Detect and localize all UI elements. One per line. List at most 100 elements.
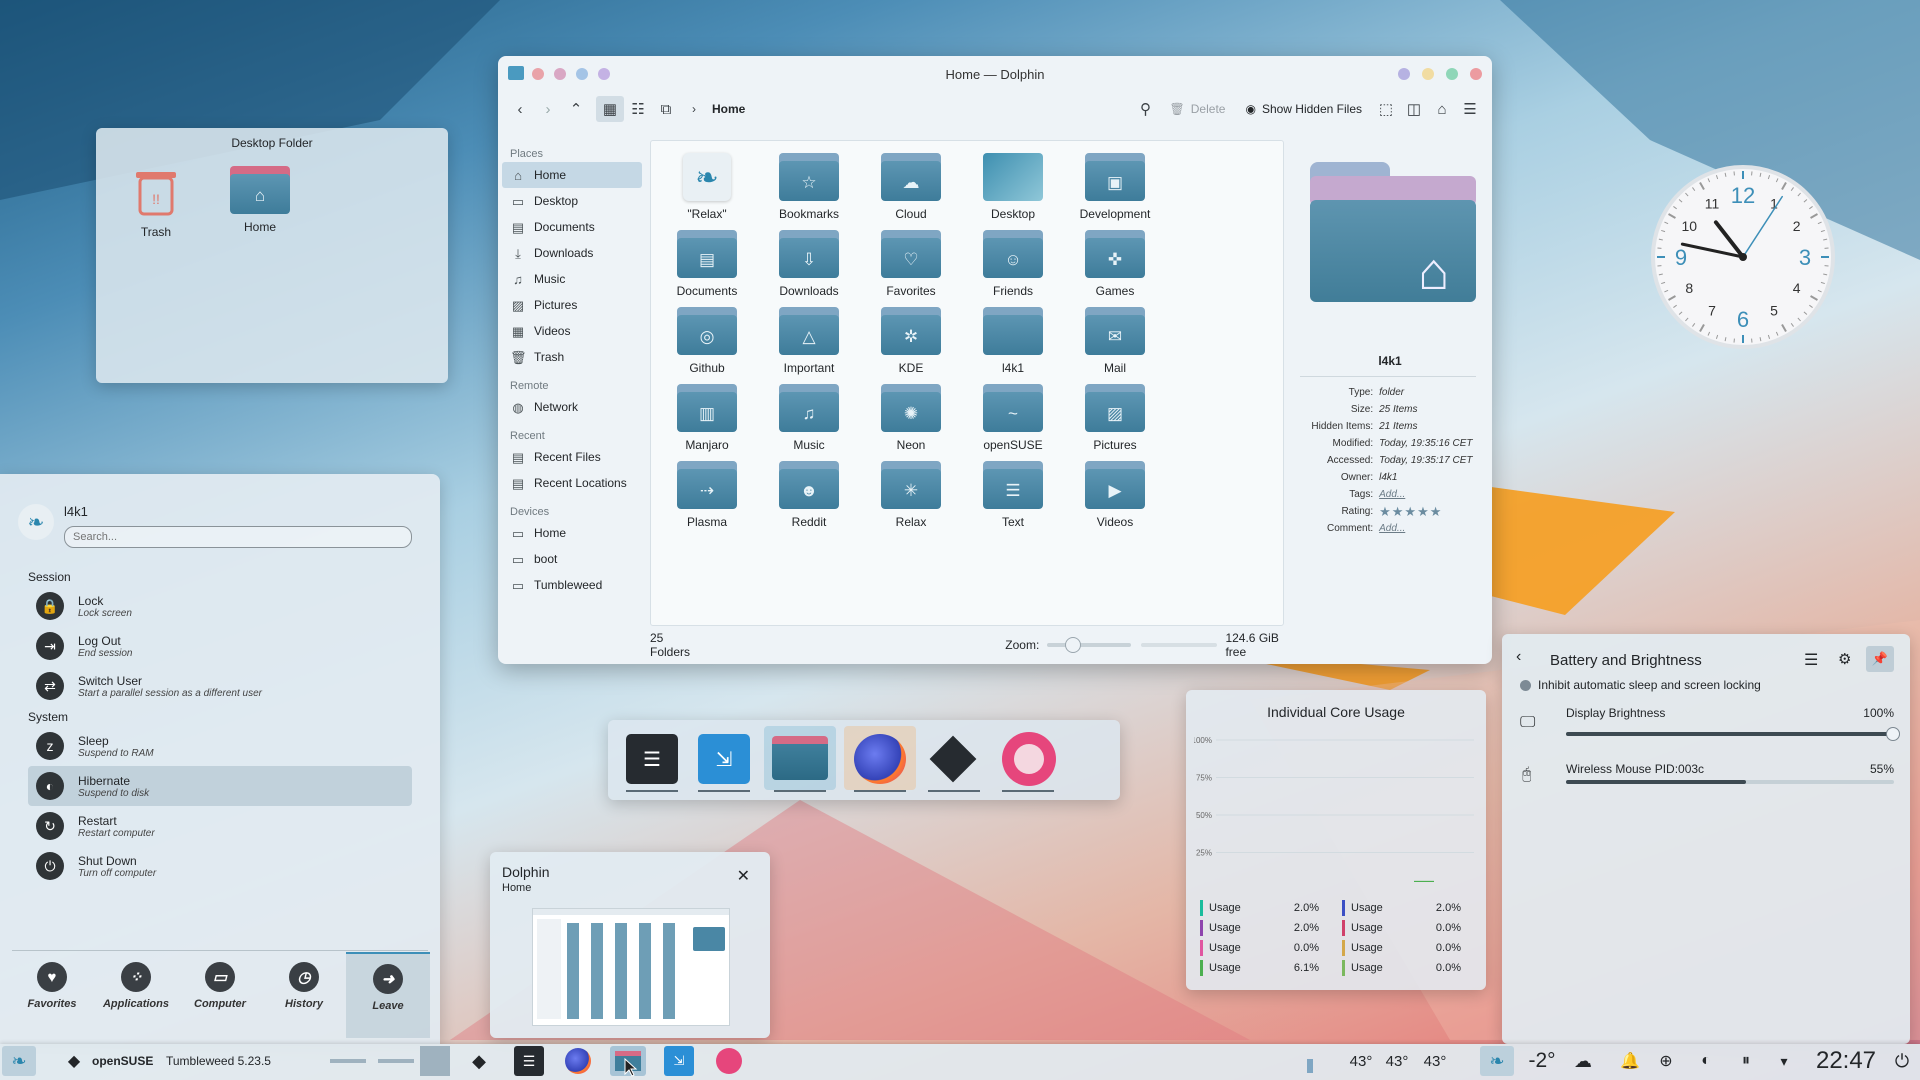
tab-applications[interactable]: ⁘ Applications (94, 952, 178, 1010)
property-value[interactable]: Add... (1379, 523, 1486, 534)
file-item[interactable]: ✉ Mail (1065, 307, 1165, 375)
compact-view-icon[interactable]: ☷ (624, 96, 652, 122)
place-music[interactable]: ♫ Music (502, 266, 642, 292)
sleep-item[interactable]: z Sleep Suspend to RAM (28, 726, 412, 766)
cloud-icon[interactable]: ☁ (1568, 1046, 1598, 1076)
discover-icon[interactable]: ⇲ (698, 734, 750, 784)
desktop-trash-item[interactable]: !! Trash (126, 166, 186, 239)
file-item[interactable]: ☰ Text (963, 461, 1063, 529)
dolphin-dock-icon[interactable] (772, 736, 828, 780)
file-item[interactable]: ~ openSUSE (963, 384, 1063, 452)
up-icon[interactable]: ⌃ (562, 96, 590, 122)
theme-icon[interactable]: ◐ (1692, 1046, 1720, 1076)
place-network[interactable]: ◍ Network (502, 394, 642, 420)
place-documents[interactable]: ▤ Documents (502, 214, 642, 240)
file-item[interactable]: ✲ KDE (861, 307, 961, 375)
split-icon[interactable]: ◫ (1400, 96, 1428, 122)
file-item[interactable]: ❧ "Relax" (657, 153, 757, 221)
menu-icon[interactable]: ☰ (1456, 96, 1484, 122)
place-home[interactable]: ⌂ Home (502, 162, 642, 188)
shut-down-item[interactable]: ⏻ Shut Down Turn off computer (28, 846, 412, 886)
task-plasma-icon[interactable] (714, 1046, 744, 1076)
app-launcher-button[interactable]: ❧ (2, 1046, 36, 1076)
file-item[interactable]: ⇢ Plasma (657, 461, 757, 529)
task-firefox-icon[interactable] (562, 1046, 594, 1076)
file-item[interactable]: ✺ Neon (861, 384, 961, 452)
brightness-handle[interactable] (1886, 727, 1900, 741)
file-item[interactable]: ✳ Relax (861, 461, 961, 529)
configure-icon[interactable]: ⚙ (1838, 650, 1851, 668)
place-downloads[interactable]: ⤓ Downloads (502, 240, 642, 266)
tray-expand-icon[interactable]: ▾ (1770, 1046, 1798, 1076)
forward-icon[interactable]: › (534, 96, 562, 122)
lock-item[interactable]: 🔒 Lock Lock screen (28, 586, 412, 626)
pager-desktop-3[interactable] (420, 1046, 450, 1076)
file-item[interactable]: ♫ Music (759, 384, 859, 452)
device-home[interactable]: ▭ Home (502, 520, 642, 546)
file-item[interactable]: ♡ Favorites (861, 230, 961, 298)
file-item[interactable]: ◎ Github (657, 307, 757, 375)
delete-button[interactable]: 🗑 Delete (1170, 102, 1226, 116)
firefox-icon[interactable] (854, 734, 906, 784)
media-pause-icon[interactable]: ⏸ (1732, 1046, 1760, 1076)
tab-leave[interactable]: ➜ Leave (346, 952, 430, 1038)
file-item[interactable]: ▣ Development (1065, 153, 1165, 221)
pager-desktop-1[interactable] (328, 1046, 368, 1076)
home-icon[interactable]: ⌂ (1428, 96, 1456, 122)
file-item[interactable]: △ Important (759, 307, 859, 375)
place-recent-files[interactable]: ▤ Recent Files (502, 444, 642, 470)
file-item[interactable]: ☻ Reddit (759, 461, 859, 529)
icon-view-icon[interactable]: ▦ (596, 96, 624, 122)
shade-button[interactable] (1398, 68, 1410, 80)
file-item[interactable]: l4k1 (963, 307, 1063, 375)
avatar[interactable]: ❧ (18, 504, 54, 540)
task-discover-icon[interactable]: ⇲ (664, 1046, 694, 1076)
pager-desktop-2[interactable] (376, 1046, 416, 1076)
minimize-button[interactable] (1422, 68, 1434, 80)
back-icon[interactable]: ‹ (1516, 648, 1521, 666)
task-inkscape-icon[interactable]: ◆ (464, 1046, 494, 1076)
menu-icon[interactable]: ☰ (1804, 650, 1818, 670)
restart-item[interactable]: ↻ Restart Restart computer (28, 806, 412, 846)
property-value[interactable]: Add... (1379, 489, 1486, 500)
close-button[interactable] (1470, 68, 1482, 80)
place-trash[interactable]: 🗑 Trash (502, 344, 642, 370)
maximize-button[interactable] (1446, 68, 1458, 80)
breadcrumb-home[interactable]: Home (712, 102, 745, 116)
file-item[interactable]: ⇩ Downloads (759, 230, 859, 298)
discover-tray-icon[interactable]: ⊕ (1652, 1046, 1680, 1076)
property-value[interactable]: ★★★★★ (1379, 504, 1486, 520)
brightness-slider[interactable] (1566, 727, 1900, 741)
place-videos[interactable]: ▦ Videos (502, 318, 642, 344)
task-settings-icon[interactable]: ☰ (514, 1046, 544, 1076)
detail-view-icon[interactable]: ⧉ (652, 96, 680, 122)
inhibit-checkbox[interactable] (1520, 680, 1531, 691)
show-hidden-button[interactable]: ◉ Show Hidden Files (1245, 102, 1362, 116)
file-item[interactable]: Desktop (963, 153, 1063, 221)
file-item[interactable]: ▨ Pictures (1065, 384, 1165, 452)
close-icon[interactable]: ✕ (737, 866, 750, 886)
window-thumbnail[interactable] (532, 908, 730, 1026)
file-item[interactable]: ▥ Manjaro (657, 384, 757, 452)
hibernate-item[interactable]: ◐ Hibernate Suspend to disk (28, 766, 412, 806)
file-item[interactable]: ✜ Games (1065, 230, 1165, 298)
file-item[interactable]: ☁ Cloud (861, 153, 961, 221)
back-icon[interactable]: ‹ (506, 96, 534, 122)
device-tumbleweed[interactable]: ▭ Tumbleweed (502, 572, 642, 598)
notifications-icon[interactable]: 🔔 (1616, 1046, 1644, 1076)
file-item[interactable]: ▤ Documents (657, 230, 757, 298)
file-item[interactable]: ▶ Videos (1065, 461, 1165, 529)
tab-computer[interactable]: ▭ Computer (178, 952, 262, 1010)
place-recent-locations[interactable]: ▤ Recent Locations (502, 470, 642, 496)
desktop-home-item[interactable]: ⌂ Home (230, 166, 290, 234)
zoom-handle[interactable] (1065, 637, 1082, 653)
search-icon[interactable]: ⚲ (1132, 96, 1160, 122)
plasma-icon[interactable] (1002, 732, 1056, 786)
system-settings-icon[interactable]: ☰ (626, 734, 678, 784)
place-pictures[interactable]: ▨ Pictures (502, 292, 642, 318)
clock-time[interactable]: 22:47 (1806, 1046, 1886, 1076)
inkscape-icon[interactable] (929, 735, 977, 783)
zoom-slider[interactable] (1047, 637, 1131, 653)
select-icon[interactable]: ⬚ (1372, 96, 1400, 122)
device-boot[interactable]: ▭ boot (502, 546, 642, 572)
